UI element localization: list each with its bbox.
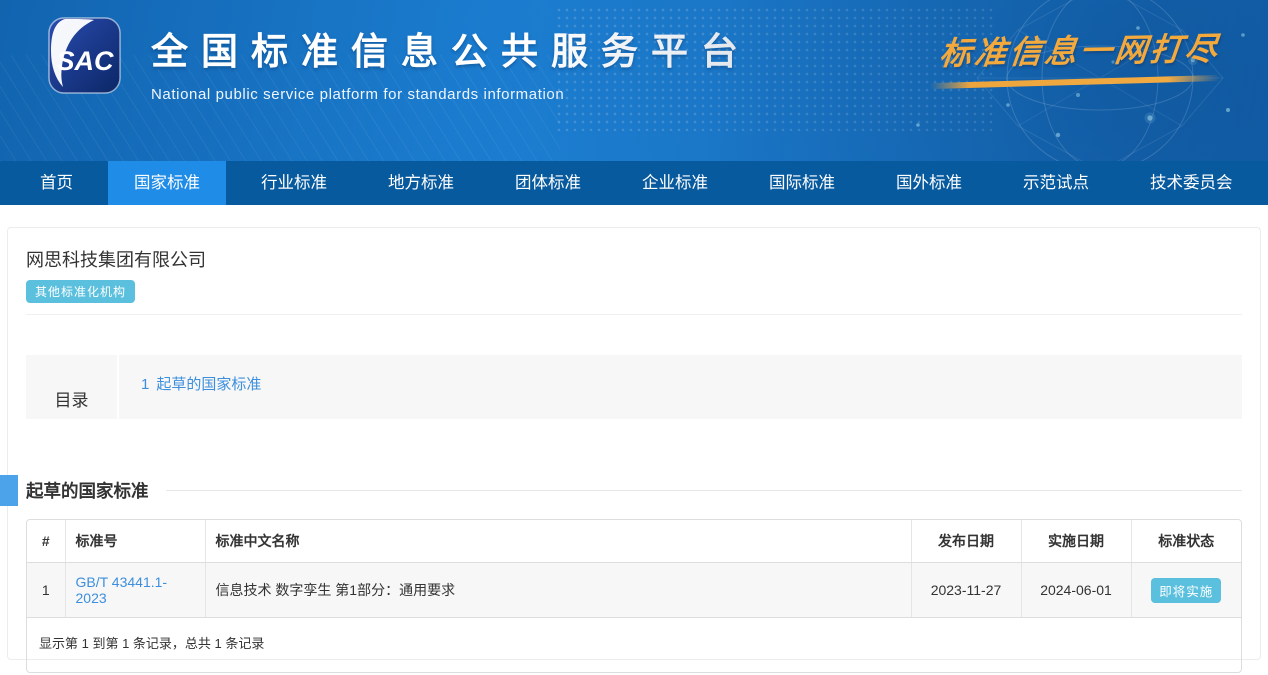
nav-item-industry-standards[interactable]: 行业标准 bbox=[235, 161, 353, 205]
table-row: 1 GB/T 43441.1-2023 信息技术 数字孪生 第1部分：通用要求 … bbox=[27, 563, 1241, 618]
toc-item-number: 1 bbox=[141, 376, 149, 393]
sac-logo-text: SAC bbox=[56, 46, 114, 76]
nav-item-national-standards[interactable]: 国家标准 bbox=[108, 161, 226, 205]
col-header-standard-no: 标准号 bbox=[65, 520, 205, 563]
col-header-implement-date: 实施日期 bbox=[1021, 520, 1131, 563]
nav-item-international-standards[interactable]: 国际标准 bbox=[743, 161, 861, 205]
table-header-row: # 标准号 标准中文名称 发布日期 实施日期 标准状态 bbox=[27, 520, 1241, 563]
standard-number-link[interactable]: GB/T 43441.1-2023 bbox=[76, 574, 168, 606]
nav-item-group-standards[interactable]: 团体标准 bbox=[489, 161, 607, 205]
standards-table: # 标准号 标准中文名称 发布日期 实施日期 标准状态 1 GB/T 43441… bbox=[27, 520, 1241, 618]
nav-item-technical-committees[interactable]: 技术委员会 bbox=[1124, 161, 1259, 205]
status-badge: 即将实施 bbox=[1151, 578, 1221, 603]
diagonal-lines-decoration bbox=[0, 55, 560, 161]
cell-publish-date: 2023-11-27 bbox=[911, 563, 1021, 618]
header-divider bbox=[26, 314, 1242, 315]
toc-label: 目录 bbox=[26, 355, 119, 419]
cell-cn-name: 信息技术 数字孪生 第1部分：通用要求 bbox=[205, 563, 911, 618]
world-map-dots-decoration bbox=[555, 6, 995, 131]
toc-body: 1 起草的国家标准 bbox=[119, 355, 1242, 419]
section-rule bbox=[166, 490, 1243, 491]
col-header-cn-name: 标准中文名称 bbox=[205, 520, 911, 563]
toc-box: 目录 1 起草的国家标准 bbox=[26, 355, 1242, 419]
company-name: 网思科技集团有限公司 bbox=[26, 246, 1242, 272]
site-subtitle: National public service platform for sta… bbox=[151, 86, 751, 103]
toc-link-drafted-national-standards[interactable]: 1 起草的国家标准 bbox=[141, 376, 261, 393]
standards-table-panel: # 标准号 标准中文名称 发布日期 实施日期 标准状态 1 GB/T 43441… bbox=[26, 519, 1242, 673]
sac-logo: SAC bbox=[47, 16, 123, 96]
content-card: 网思科技集团有限公司 其他标准化机构 目录 1 起草的国家标准 起草的国家标准 #… bbox=[7, 227, 1261, 660]
slogan-text: 标准信息一网打尽 bbox=[937, 24, 1222, 75]
site-slogan: 标准信息一网打尽 bbox=[940, 26, 1220, 85]
section-header: 起草的国家标准 bbox=[26, 475, 1242, 506]
col-header-index: # bbox=[27, 520, 65, 563]
cell-implement-date: 2024-06-01 bbox=[1021, 563, 1131, 618]
cell-index: 1 bbox=[27, 563, 65, 618]
section-title: 起草的国家标准 bbox=[26, 478, 149, 503]
nav-item-local-standards[interactable]: 地方标准 bbox=[362, 161, 480, 205]
nav-item-pilot-programs[interactable]: 示范试点 bbox=[997, 161, 1115, 205]
site-title: 全国标准信息公共服务平台 bbox=[151, 21, 751, 75]
site-banner: SAC 全国标准信息公共服务平台 National public service… bbox=[0, 0, 1268, 161]
toc-item-text: 起草的国家标准 bbox=[156, 376, 261, 393]
company-type-badge: 其他标准化机构 bbox=[26, 280, 135, 303]
slogan-brush-underline bbox=[930, 75, 1220, 89]
cell-status: 即将实施 bbox=[1131, 563, 1241, 618]
nav-item-home[interactable]: 首页 bbox=[14, 161, 99, 205]
pagination-text: 显示第 1 到第 1 条记录，总共 1 条记录 bbox=[27, 618, 1241, 672]
main-navbar: 首页 国家标准 行业标准 地方标准 团体标准 企业标准 国际标准 国外标准 示范… bbox=[0, 161, 1268, 205]
col-header-publish-date: 发布日期 bbox=[911, 520, 1021, 563]
nav-list: 首页 国家标准 行业标准 地方标准 团体标准 企业标准 国际标准 国外标准 示范… bbox=[0, 161, 1268, 205]
nav-item-enterprise-standards[interactable]: 企业标准 bbox=[616, 161, 734, 205]
nav-item-foreign-standards[interactable]: 国外标准 bbox=[870, 161, 988, 205]
col-header-status: 标准状态 bbox=[1131, 520, 1241, 563]
cell-standard-no: GB/T 43441.1-2023 bbox=[65, 563, 205, 618]
